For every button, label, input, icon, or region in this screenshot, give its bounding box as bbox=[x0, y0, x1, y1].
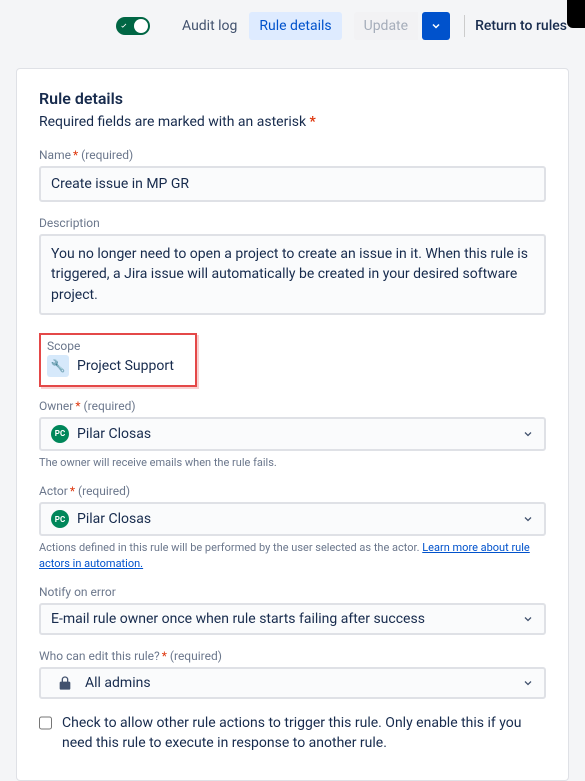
actor-label: Actor*(required) bbox=[39, 484, 546, 498]
tab-audit-log[interactable]: Audit log bbox=[172, 12, 247, 40]
check-icon bbox=[119, 21, 129, 31]
rule-details-panel: Rule details Required fields are marked … bbox=[16, 68, 569, 781]
owner-select[interactable]: PC Pilar Closas bbox=[39, 417, 546, 451]
actor-select[interactable]: PC Pilar Closas bbox=[39, 502, 546, 536]
owner-helper: The owner will receive emails when the r… bbox=[39, 455, 546, 470]
update-button-group: Update bbox=[354, 12, 450, 40]
scope-label: Scope bbox=[45, 339, 187, 353]
avatar: PC bbox=[51, 425, 69, 443]
project-icon: 🔧 bbox=[47, 355, 69, 377]
notify-value: E-mail rule owner once when rule starts … bbox=[51, 611, 425, 627]
description-field-block: Description bbox=[39, 216, 546, 319]
owner-field-block: Owner*(required) PC Pilar Closas The own… bbox=[39, 399, 546, 470]
chevron-down-icon bbox=[522, 677, 534, 689]
tab-rule-details[interactable]: Rule details bbox=[249, 12, 341, 40]
page-corner-tab bbox=[567, 0, 585, 28]
rule-enabled-toggle[interactable] bbox=[116, 17, 150, 35]
actor-field-block: Actor*(required) PC Pilar Closas Actions… bbox=[39, 484, 546, 571]
scope-value: Project Support bbox=[77, 358, 174, 374]
toolbar: Audit log Rule details Update Return to … bbox=[0, 0, 585, 68]
notify-label: Notify on error bbox=[39, 585, 546, 599]
chevron-down-icon bbox=[522, 428, 534, 440]
notify-field-block: Notify on error E-mail rule owner once w… bbox=[39, 585, 546, 635]
actor-helper: Actions defined in this rule will be per… bbox=[39, 540, 546, 571]
owner-value: Pilar Closas bbox=[77, 426, 151, 442]
edit-value: All admins bbox=[85, 675, 151, 691]
allow-trigger-checkbox[interactable] bbox=[39, 716, 52, 730]
name-input[interactable] bbox=[39, 166, 546, 202]
description-input[interactable] bbox=[39, 234, 546, 315]
name-field-block: Name*(required) bbox=[39, 148, 546, 202]
chevron-down-icon bbox=[522, 613, 534, 625]
notify-select[interactable]: E-mail rule owner once when rule starts … bbox=[39, 603, 546, 635]
return-to-rules-link[interactable]: Return to rules bbox=[475, 18, 567, 34]
update-dropdown-button[interactable] bbox=[422, 12, 450, 40]
edit-field-block: Who can edit this rule?*(required) All a… bbox=[39, 649, 546, 699]
scope-row: 🔧 Project Support bbox=[45, 355, 187, 377]
update-button: Update bbox=[354, 12, 418, 40]
chevron-down-icon bbox=[522, 513, 534, 525]
panel-title: Rule details bbox=[39, 89, 546, 108]
chevron-down-icon bbox=[430, 20, 442, 32]
lock-icon bbox=[57, 675, 73, 691]
actor-value: Pilar Closas bbox=[77, 511, 151, 527]
required-note: Required fields are marked with an aster… bbox=[39, 114, 546, 130]
avatar: PC bbox=[51, 510, 69, 528]
edit-select[interactable]: All admins bbox=[39, 667, 546, 699]
description-label: Description bbox=[39, 216, 546, 230]
owner-label: Owner*(required) bbox=[39, 399, 546, 413]
allow-trigger-label: Check to allow other rule actions to tri… bbox=[62, 713, 546, 754]
scope-highlight-box: Scope 🔧 Project Support bbox=[39, 333, 197, 387]
name-label: Name*(required) bbox=[39, 148, 546, 162]
divider bbox=[464, 15, 465, 37]
allow-trigger-checkbox-row: Check to allow other rule actions to tri… bbox=[39, 713, 546, 754]
edit-label: Who can edit this rule?*(required) bbox=[39, 649, 546, 663]
